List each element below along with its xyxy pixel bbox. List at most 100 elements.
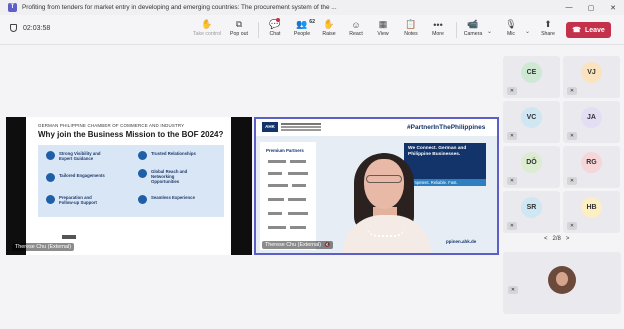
speaker-video-tile[interactable]: AHK #PartnerInThePhilippines Premium Par…: [254, 117, 499, 255]
avatar: HB: [581, 197, 602, 218]
timer-text: 02:03:58: [23, 24, 51, 32]
avatar: RG: [581, 152, 602, 173]
react-button[interactable]: ☺ React: [341, 18, 371, 38]
mic-off-icon: 🎙: [505, 19, 517, 29]
minimize-button[interactable]: —: [558, 0, 580, 15]
network-icon: [138, 195, 147, 204]
pager-prev-button[interactable]: <: [544, 236, 548, 242]
more-button[interactable]: ••• More: [423, 18, 453, 38]
avatar: JA: [581, 107, 602, 128]
leave-label: Leave: [584, 26, 605, 34]
mic-off-icon: ✕: [507, 132, 517, 140]
pop-out-icon: ⧉: [235, 19, 243, 29]
pager-next-button[interactable]: >: [566, 236, 570, 242]
partner-logo: [290, 160, 306, 163]
hand-icon: ✋: [323, 19, 335, 29]
participant-tile[interactable]: CE ✕: [503, 56, 560, 98]
title-bar: T Profiting from tenders for market entr…: [0, 0, 624, 15]
participant-tile[interactable]: VJ ✕: [563, 56, 620, 98]
chat-button[interactable]: 💬 Chat: [260, 18, 290, 37]
close-button[interactable]: ✕: [602, 0, 624, 15]
mic-off-icon: ✕: [567, 177, 577, 185]
participant-tile[interactable]: JA ✕: [563, 101, 620, 143]
camera-options-chevron-icon[interactable]: ⌄: [487, 28, 492, 35]
mic-off-icon: ✕: [507, 87, 517, 95]
participant-tile[interactable]: SR ✕: [503, 191, 560, 233]
view-label: View: [377, 31, 389, 37]
mic-off-icon: 🔇: [324, 242, 331, 248]
participant-pager: < 2/8 >: [544, 236, 569, 242]
feature-item: Trusted Relationships: [138, 151, 198, 160]
smiley-icon: ☺: [351, 19, 361, 30]
participants-rail: CE ✕ VJ ✕ VC ✕ JA ✕ DÖ ✕ RG ✕ SR ✕ HB ✕ …: [500, 46, 624, 329]
mic-off-icon: ✕: [567, 87, 577, 95]
people-label: People: [293, 31, 311, 37]
raise-label: Raise: [322, 31, 336, 37]
view-button[interactable]: ▦ View: [368, 18, 398, 37]
camera-button[interactable]: 📹 Camera: [458, 18, 488, 37]
avatar: DÖ: [521, 152, 542, 173]
feature-item: Strong Visibility and Expert Guidance: [46, 151, 106, 161]
partner-logo: [268, 226, 286, 229]
premium-partners-title: Premium Partners: [266, 148, 304, 153]
participant-tile[interactable]: RG ✕: [563, 146, 620, 188]
window-title: Profiting from tenders for market entry …: [22, 4, 337, 11]
camera-label: Camera: [463, 31, 483, 37]
support-icon: [46, 195, 55, 204]
participant-tile[interactable]: HB ✕: [563, 191, 620, 233]
feature-item: Global Reach and Networking Opportunitie…: [138, 169, 198, 184]
partner-brand: #PartnerInThePhilippines: [407, 124, 486, 131]
mic-label: Mic: [506, 31, 516, 37]
take-control-icon: ✋: [201, 19, 213, 29]
partner-logo: [290, 226, 306, 229]
slide-footer-logo: [62, 235, 76, 239]
partner-logo: [268, 198, 284, 201]
participant-tile[interactable]: VC ✕: [503, 101, 560, 143]
pop-out-button[interactable]: ⧉ Pop out: [224, 18, 254, 37]
mic-button[interactable]: 🎙 Mic: [496, 18, 526, 37]
shared-content-tile[interactable]: GERMAN PHILIPPINE CHAMBER OF COMMERCE AN…: [6, 117, 252, 255]
ahk-name-lines: [281, 123, 321, 125]
take-control-button[interactable]: ✋ Take control: [192, 18, 222, 37]
notes-label: Notes: [404, 31, 418, 37]
mic-options-chevron-icon[interactable]: ⌄: [525, 28, 530, 35]
toolbar-divider: [456, 22, 457, 38]
leave-button[interactable]: ☎ Leave: [566, 22, 611, 38]
partner-logo: [268, 184, 288, 187]
globe-network-icon: [138, 169, 147, 178]
avatar: VC: [521, 107, 542, 128]
handshake-icon: [138, 151, 147, 160]
slide-organization: GERMAN PHILIPPINE CHAMBER OF COMMERCE AN…: [38, 123, 185, 128]
self-view-tile[interactable]: ✕: [503, 252, 621, 314]
feature-item: Seamless Experience: [138, 195, 198, 204]
raise-hand-button[interactable]: ✋ Raise: [314, 18, 344, 37]
visibility-icon: [46, 151, 55, 160]
mic-off-icon: ✕: [508, 286, 518, 294]
partner-logo: [288, 198, 306, 201]
avatar: SR: [521, 197, 542, 218]
chat-notification-badge: [276, 18, 280, 22]
more-icon: •••: [433, 19, 443, 30]
chat-icon: 💬: [269, 18, 281, 29]
participant-name-label: Therese Chu (External) 🔇: [262, 241, 334, 249]
partner-logo: [292, 184, 306, 187]
pager-label: 2/8: [552, 236, 561, 242]
self-avatar: [548, 266, 576, 294]
mic-off-icon: ✕: [567, 132, 577, 140]
people-icon: 👥 62: [296, 19, 315, 29]
share-button[interactable]: ⬆ Share: [533, 18, 563, 37]
meeting-timer: 02:03:58: [10, 24, 50, 32]
maximize-button[interactable]: ▢: [580, 0, 602, 15]
ahk-url: ppinen.ahk.de: [446, 239, 477, 244]
people-icon: [46, 173, 55, 182]
presentation-slide: GERMAN PHILIPPINE CHAMBER OF COMMERCE AN…: [26, 117, 231, 255]
people-button[interactable]: 👥 62 People: [287, 18, 317, 37]
avatar: CE: [521, 62, 542, 83]
take-control-label: Take control: [193, 31, 221, 37]
premium-partners-panel: Premium Partners: [260, 142, 316, 250]
participant-name-label: Therese Chu (External): [12, 243, 75, 251]
meeting-toolbar: 02:03:58 ✋ Take control ⧉ Pop out 💬 Chat…: [0, 15, 624, 45]
notes-button[interactable]: 📋 Notes: [396, 18, 426, 37]
partner-logo: [288, 212, 308, 215]
participant-tile[interactable]: DÖ ✕: [503, 146, 560, 188]
